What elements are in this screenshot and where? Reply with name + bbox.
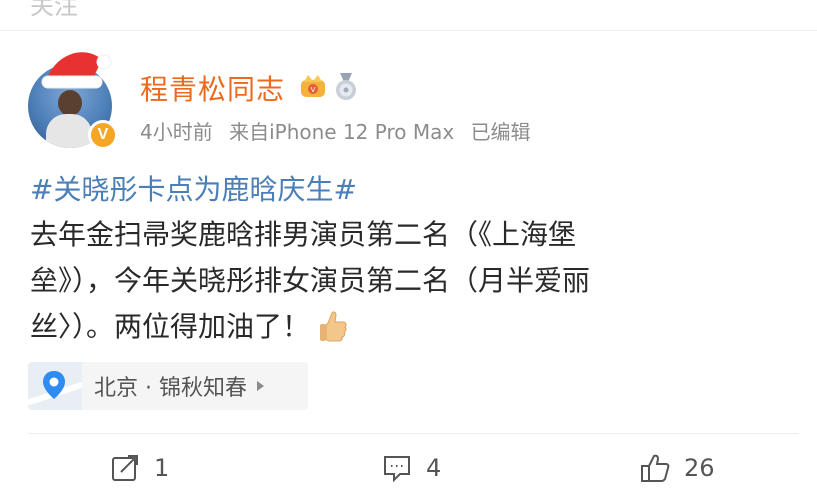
location-tag[interactable]: 北京 · 锦秋知春 xyxy=(28,362,308,410)
avatar-person-body xyxy=(46,114,92,148)
repost-icon xyxy=(112,455,138,481)
post-time: 4小时前 xyxy=(140,120,213,144)
location-label: 北京 · 锦秋知春 xyxy=(94,376,247,401)
repost-button[interactable]: 1 xyxy=(110,450,169,486)
santa-hat-icon xyxy=(41,52,112,89)
topic-link[interactable]: #关晓彤卡点为鹿晗庆生# xyxy=(30,168,357,208)
like-icon xyxy=(641,454,670,482)
divider xyxy=(0,30,817,31)
comment-icon xyxy=(384,456,410,483)
repost-count: 1 xyxy=(154,454,170,482)
svg-text:V: V xyxy=(311,86,316,94)
map-thumbnail xyxy=(28,362,82,410)
post-body-line: 垒》），今年关晓彤排女演员第二名（月半爱丽 xyxy=(30,264,591,297)
comment-button[interactable]: 4 xyxy=(382,450,441,486)
post-body-line-last: 丝〉）。两位得加油了！ xyxy=(30,304,730,350)
post-source: 来自iPhone 12 Pro Max xyxy=(229,120,455,144)
divider xyxy=(28,433,799,434)
post-meta: 4小时前 来自iPhone 12 Pro Max 已编辑 xyxy=(140,116,541,145)
crown-icon[interactable]: V xyxy=(298,70,328,100)
medal-icon[interactable] xyxy=(332,72,360,102)
chevron-right-icon xyxy=(256,381,264,391)
like-button[interactable]: 26 xyxy=(640,450,715,486)
author-avatar-group[interactable]: V xyxy=(28,46,118,150)
location-pin-icon xyxy=(43,371,65,399)
post-body-text: 丝〉）。两位得加油了！ xyxy=(30,310,311,343)
like-count: 26 xyxy=(684,454,715,482)
comment-count: 4 xyxy=(426,454,442,482)
author-name[interactable]: 程青松同志 xyxy=(140,68,285,108)
post-edited-label[interactable]: 已编辑 xyxy=(471,120,531,144)
post-body: 去年金扫帚奖鹿晗排男演员第二名（《上海堡 垒》），今年关晓彤排女演员第二名（月半… xyxy=(30,212,730,350)
verified-v-icon: V xyxy=(88,120,118,150)
post-body-line: 去年金扫帚奖鹿晗排男演员第二名（《上海堡 xyxy=(30,218,577,251)
partial-top-text: 关注 xyxy=(30,0,78,20)
thumbs-up-emoji-icon xyxy=(320,311,347,342)
avatar-person-head xyxy=(58,90,82,116)
